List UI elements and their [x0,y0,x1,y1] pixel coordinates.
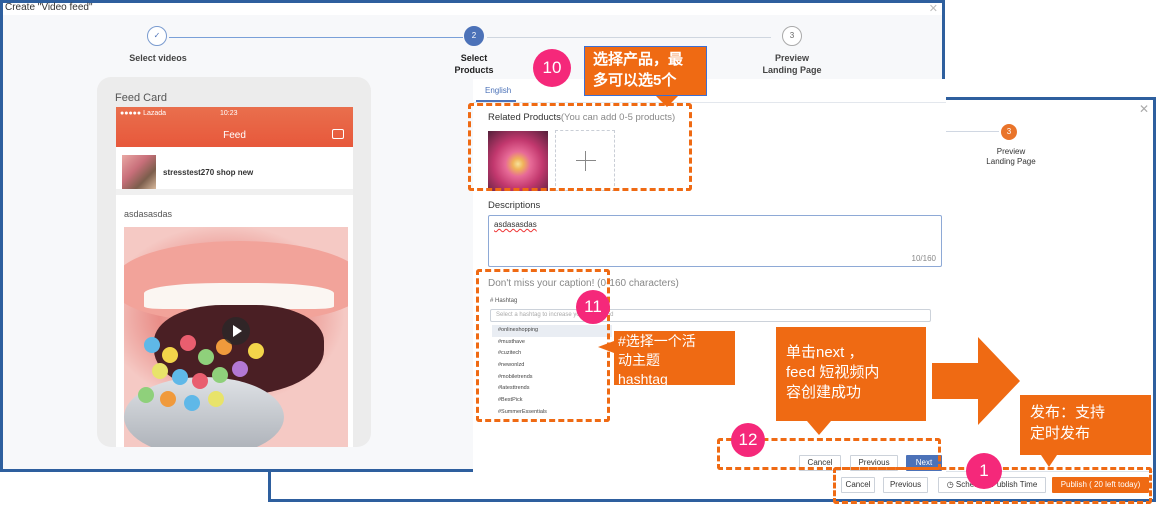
descriptions-value: asdasasdas [494,220,537,229]
share-icon [332,129,344,139]
candy [184,395,200,411]
clock-text: 10:23 [220,110,238,117]
step-2-indicator: 2 [464,26,484,46]
video-thumbnail[interactable] [124,227,348,447]
callout-select-products: 选择产品，最 多可以选5个 [584,46,707,96]
play-icon[interactable] [222,317,250,345]
shop-avatar [122,155,156,189]
step-3-label: Preview Landing Page [986,147,1036,166]
candy [160,391,176,407]
candy [144,337,160,353]
descriptions-label: Descriptions [488,200,541,211]
dialog-title: Create "Video feed" [3,3,942,15]
carrier-text: ●●●●● Lazada [120,110,167,117]
close-icon[interactable]: ✕ [1139,102,1149,116]
feed-header-title: Feed [223,130,246,141]
phone-screen: ●●●●● Lazada 10:23 Feed stresstest270 sh… [116,107,353,447]
big-arrow-right-icon [932,337,1020,425]
descriptions-counter: 10/160 [911,254,936,263]
candy [138,387,154,403]
feed-card-label: Feed Card [115,92,167,104]
step-3-indicator: 3 [1001,124,1017,140]
callout-pointer [1041,455,1057,467]
step-badge-1: 1 [966,453,1002,489]
candy [172,369,188,385]
callout-select-hashtag: #选择一个活 动主题 hashtag [614,331,735,385]
descriptions-textarea[interactable]: asdasasdas 10/160 [488,215,942,267]
step-badge-11: 11 [576,290,610,324]
phone-preview: Feed Card ●●●●● Lazada 10:23 Feed stress… [97,77,371,447]
callout-publish: 发布：支持 定时发布 [1020,395,1151,455]
step-1-label: Select videos [129,53,187,63]
candy [180,335,196,351]
candy [212,367,228,383]
step-2-label: Select Products [454,53,494,75]
callout-pointer [807,421,831,435]
shop-row: stresstest270 shop new [116,147,353,195]
step-3-label: Preview Landing Page [762,53,822,75]
shop-name: stresstest270 shop new [163,168,254,177]
step-badge-10: 10 [533,49,571,87]
close-icon[interactable]: ✕ [929,2,938,15]
step-1-check-icon: ✓ [147,26,167,46]
candy [162,347,178,363]
candy [232,361,248,377]
step-connector-1 [169,37,463,38]
step-3-indicator: 3 [782,26,802,46]
callout-next: 单击next ， feed 短视频内 容创建成功 [776,327,926,421]
candy [248,343,264,359]
step-connector-2 [487,37,771,38]
candy [192,373,208,389]
candy [208,391,224,407]
candy [152,363,168,379]
callout-pointer [598,341,614,353]
tab-english[interactable]: English [485,86,511,95]
post-description: asdasasdas [124,209,173,219]
products-highlight [468,103,692,191]
candy [198,349,214,365]
step-badge-12: 12 [731,423,765,457]
callout-pointer [656,96,678,107]
